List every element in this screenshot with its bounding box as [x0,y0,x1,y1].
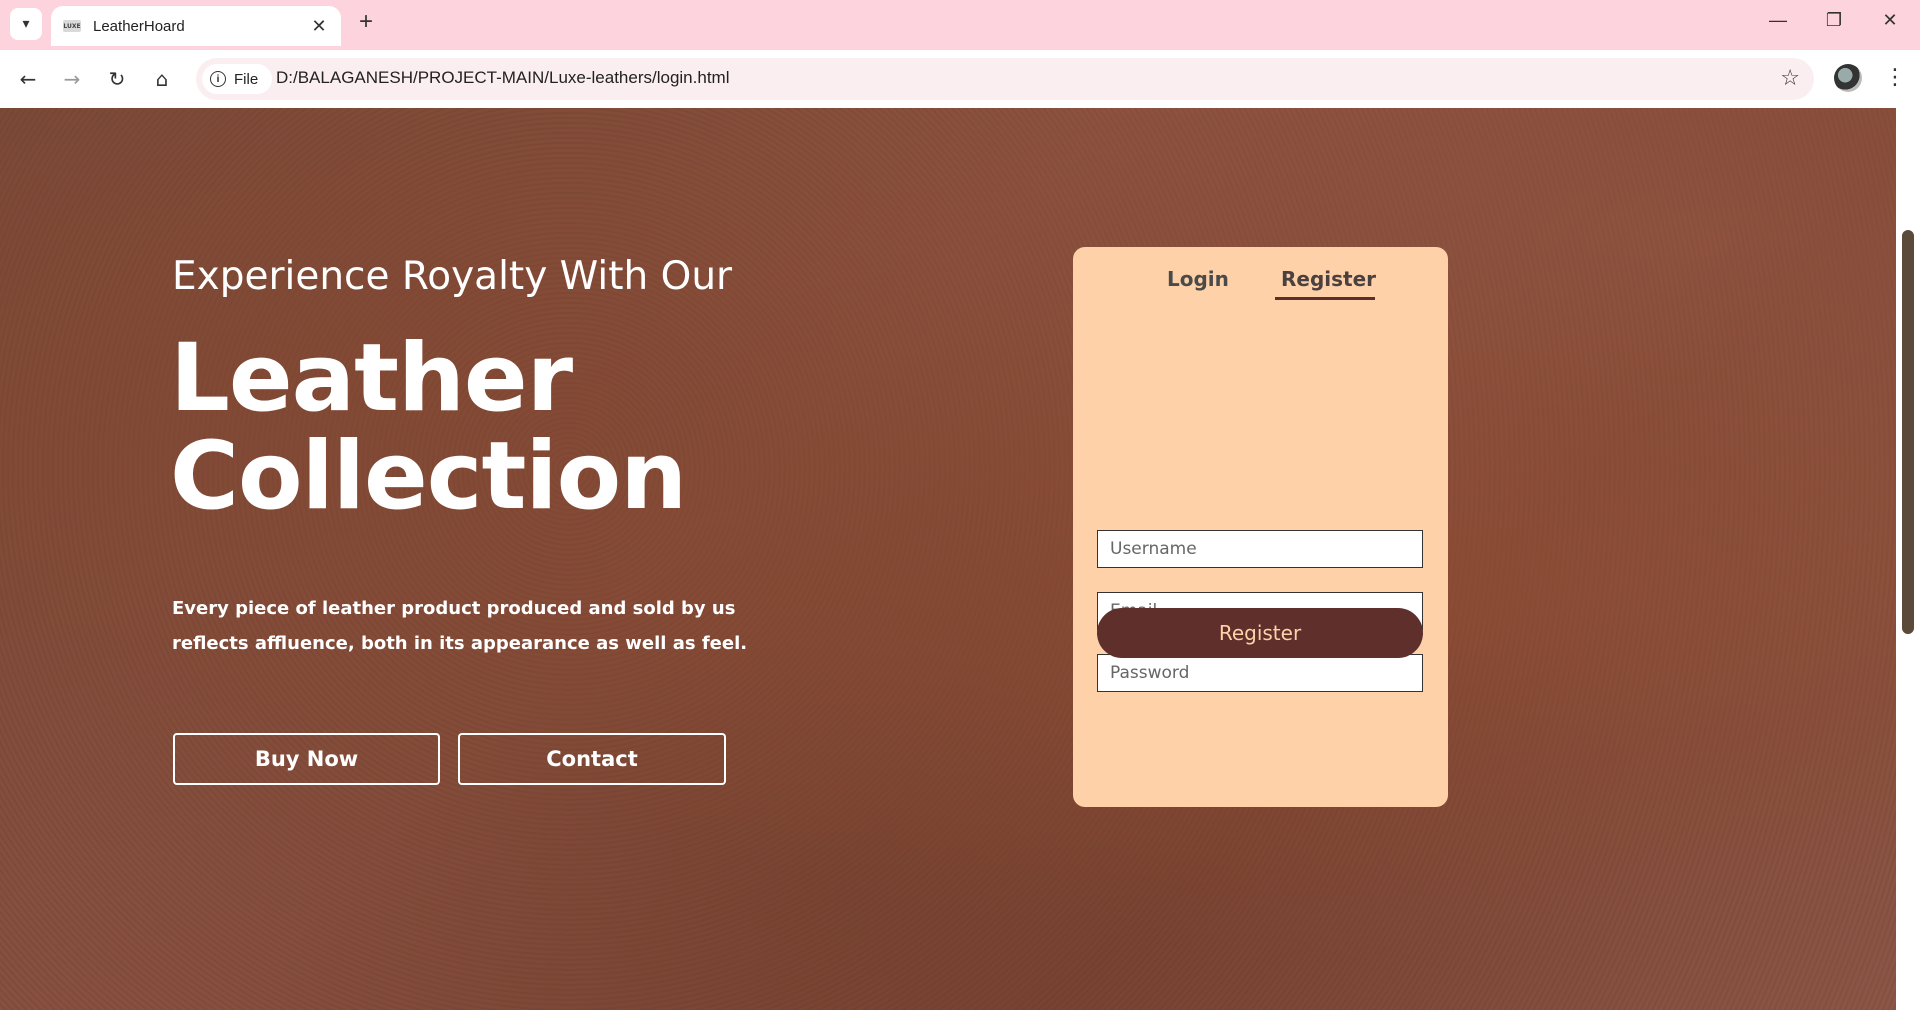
profile-avatar[interactable] [1834,64,1862,92]
page-scrollbar-thumb[interactable] [1902,230,1914,634]
site-info-chip[interactable]: i File [202,64,272,94]
hero-title-line2: Collection [170,422,687,531]
close-window-icon[interactable]: ✕ [1870,10,1910,38]
browser-toolbar: ← → ↻ ⌂ i File D:/BALAGANESH/PROJECT-MAI… [0,50,1920,108]
hero-title: Leather Collection [170,330,870,526]
page-viewport: Experience Royalty With Our Leather Coll… [0,108,1896,1010]
contact-button[interactable]: Contact [458,733,726,785]
close-tab-icon[interactable]: ✕ [309,16,329,37]
minimize-icon[interactable]: — [1758,10,1798,38]
hero-subtitle: Experience Royalty With Our [172,254,733,299]
new-tab-icon[interactable]: + [353,10,379,36]
address-bar[interactable]: i File D:/BALAGANESH/PROJECT-MAIN/Luxe-l… [196,58,1814,100]
password-input[interactable] [1097,654,1423,692]
username-input[interactable] [1097,530,1423,568]
active-tab-underline [1275,297,1375,300]
tab-register[interactable]: Register [1281,267,1376,291]
site-info-label: File [234,70,259,88]
back-icon[interactable]: ← [12,63,44,95]
auth-card: Login Register Register [1073,247,1448,807]
hero-title-line1: Leather [170,324,573,433]
info-icon: i [210,71,226,87]
browser-tab-bar: ▾ LUXE LeatherHoard ✕ + — ❐ ✕ [0,0,1920,50]
bookmark-star-icon[interactable]: ☆ [1780,66,1800,91]
tab-search-chevron-icon[interactable]: ▾ [10,8,42,40]
tab-title: LeatherHoard [93,17,185,35]
buy-now-button[interactable]: Buy Now [173,733,440,785]
home-icon[interactable]: ⌂ [146,63,178,95]
hero-description: Every piece of leather product produced … [172,598,748,654]
tab-login[interactable]: Login [1167,267,1229,291]
url-text[interactable]: D:/BALAGANESH/PROJECT-MAIN/Luxe-leathers… [276,68,729,88]
reload-icon[interactable]: ↻ [101,63,133,95]
site-favicon: LUXE [63,20,81,32]
browser-tab[interactable]: LUXE LeatherHoard ✕ [51,6,341,46]
forward-icon[interactable]: → [56,63,88,95]
restore-icon[interactable]: ❐ [1814,10,1854,38]
menu-kebab-icon[interactable]: ⋮ [1884,64,1906,94]
register-submit-button[interactable]: Register [1097,608,1423,658]
